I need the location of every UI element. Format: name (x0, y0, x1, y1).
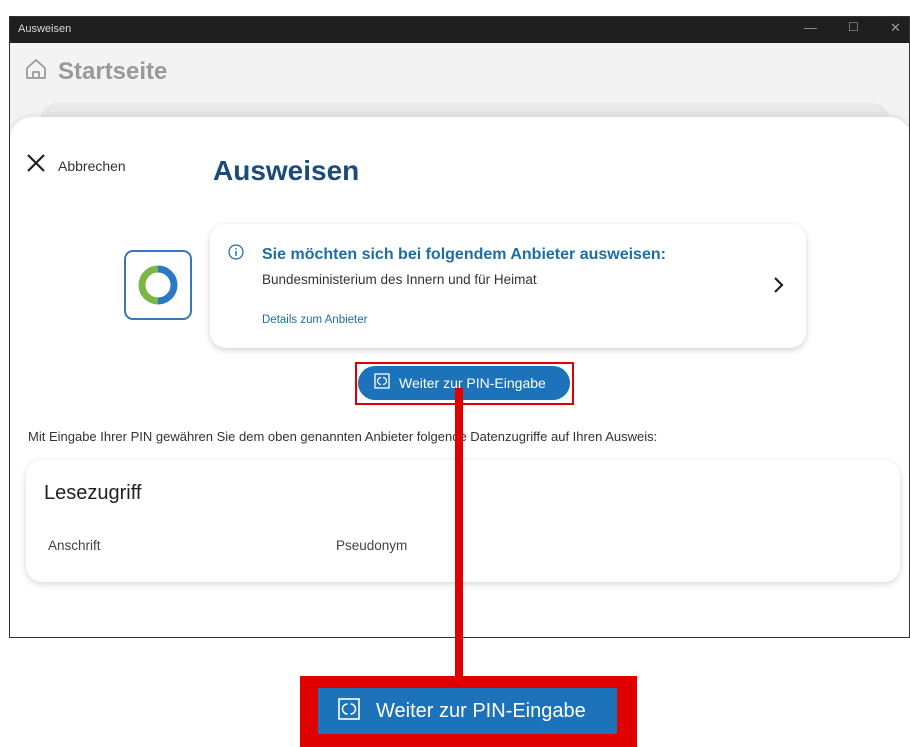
read-access-card: Lesezugriff Anschrift Pseudonym (26, 460, 900, 582)
cancel-button[interactable]: Abbrechen (26, 153, 126, 178)
continue-pin-button-zoomed[interactable]: Weiter zur PIN-Eingabe (318, 688, 617, 734)
continue-pin-button[interactable]: Weiter zur PIN-Eingabe (358, 366, 570, 400)
home-label: Startseite (58, 57, 168, 85)
home-nav[interactable]: Startseite (24, 57, 167, 86)
provider-heading: Sie möchten sich bei folgendem Anbieter … (262, 246, 666, 263)
chevron-right-icon (773, 276, 785, 299)
close-window-icon[interactable]: ✕ (890, 20, 901, 36)
cancel-label: Abbrechen (58, 157, 126, 174)
page-title: Ausweisen (213, 155, 360, 186)
minimize-icon[interactable]: — (804, 20, 817, 35)
title-bar: Ausweisen — ☐ ✕ (10, 17, 909, 43)
close-icon (26, 153, 46, 178)
info-icon (228, 244, 244, 265)
app-logo-icon (124, 250, 192, 320)
card-reader-icon (338, 697, 360, 725)
read-access-heading: Lesezugriff (44, 482, 142, 504)
continue-pin-label: Weiter zur PIN-Eingabe (399, 375, 546, 391)
maximize-icon[interactable]: ☐ (848, 20, 859, 34)
home-icon (24, 57, 48, 86)
provider-card[interactable]: Sie möchten sich bei folgendem Anbieter … (210, 224, 806, 348)
consent-text: Mit Eingabe Ihrer PIN gewähren Sie dem o… (28, 429, 658, 444)
provider-name: Bundesministerium des Innern und für Hei… (262, 272, 537, 287)
callout-line (455, 388, 463, 678)
continue-pin-label-zoomed: Weiter zur PIN-Eingabe (376, 699, 586, 722)
access-item-address: Anschrift (48, 538, 101, 553)
access-item-pseudonym: Pseudonym (336, 538, 408, 553)
provider-details-link[interactable]: Details zum Anbieter (262, 314, 367, 326)
card-reader-icon (374, 372, 390, 394)
window-title: Ausweisen (18, 23, 72, 35)
